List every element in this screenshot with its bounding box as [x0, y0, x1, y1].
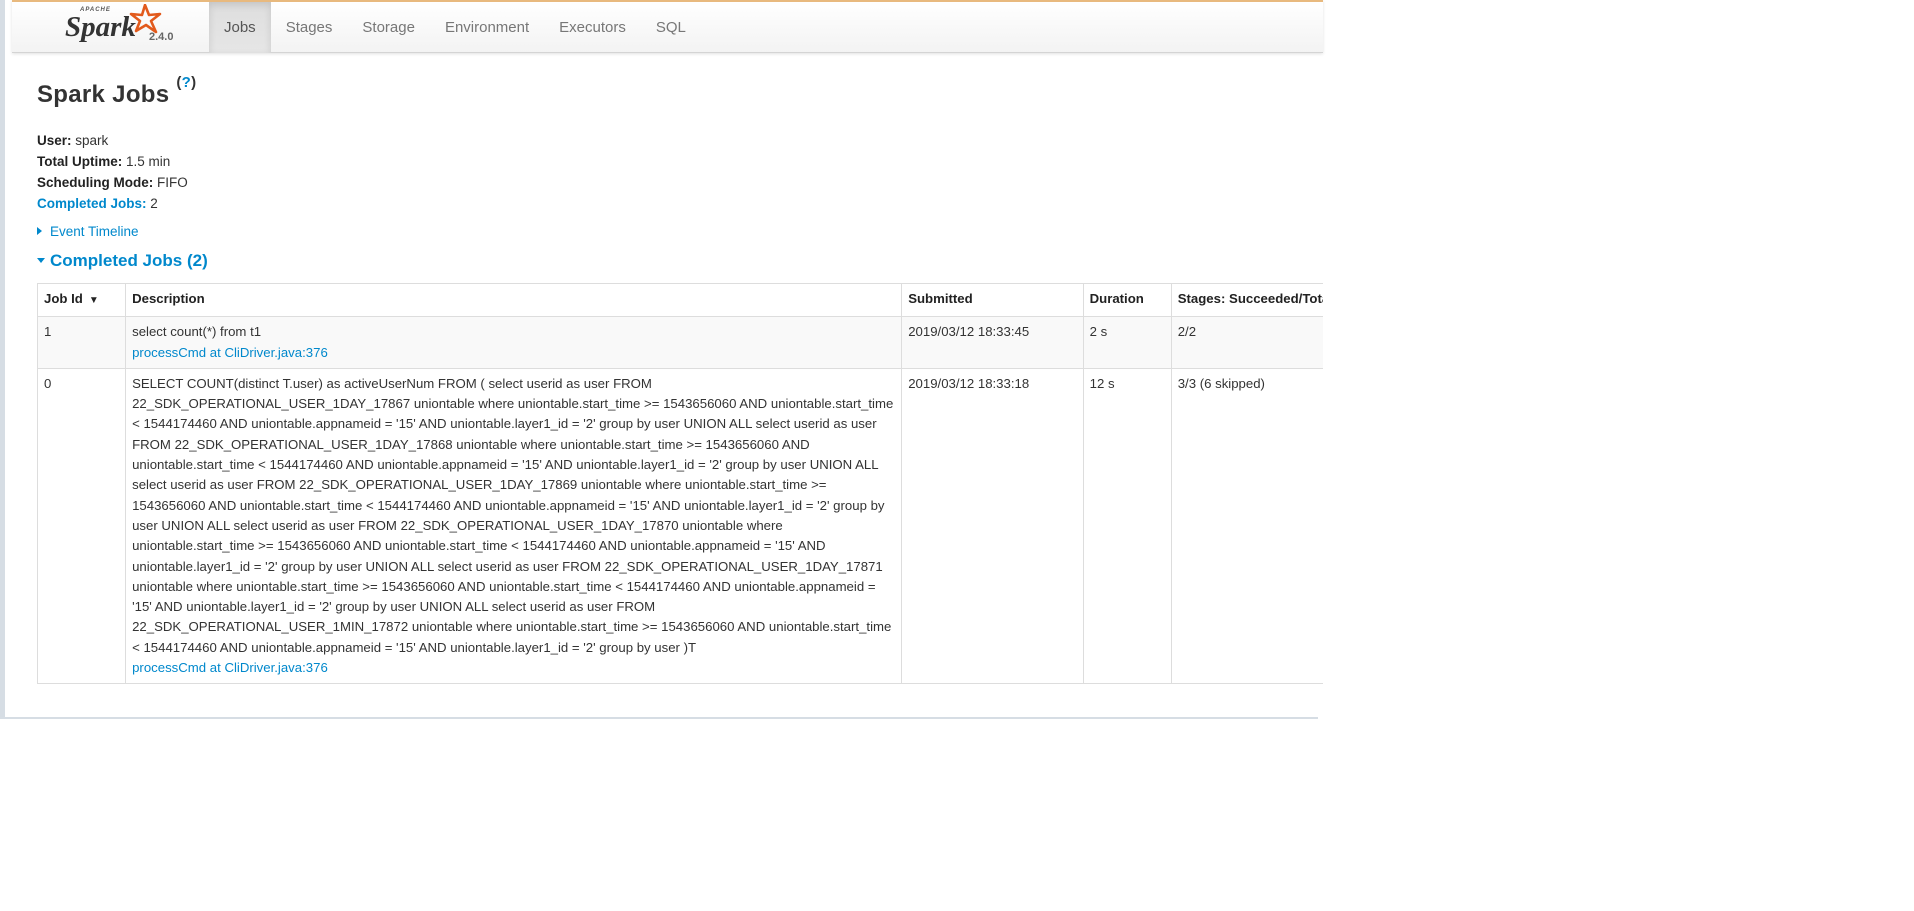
uptime-value: 1.5 min — [126, 154, 171, 169]
spark-wordmark: Spark — [65, 11, 136, 43]
duration-cell: 12 s — [1082, 367, 1172, 685]
column-header-duration[interactable]: Duration — [1082, 283, 1172, 318]
table-header-row: Job Id ▼ Description Submitted Duration S… — [37, 283, 1323, 318]
event-timeline-toggle[interactable]: Event Timeline — [37, 224, 139, 239]
description-cell: select count(*) from t1 processCmd at Cl… — [125, 316, 903, 369]
arrow-down-icon — [37, 258, 45, 263]
job-summary: User: spark Total Uptime: 1.5 min Schedu… — [37, 130, 188, 214]
spark-version: 2.4.0 — [149, 31, 174, 43]
job-id-cell[interactable]: 1 — [37, 316, 127, 369]
browser-viewport: APACHE Spark 2.4.0 Jobs Stages Storage E… — [0, 0, 1323, 719]
nav-tabs: Jobs Stages Storage Environment Executor… — [209, 2, 701, 53]
tab-jobs[interactable]: Jobs — [209, 2, 271, 53]
page-title: Spark Jobs (?) — [37, 74, 196, 109]
column-header-job-id[interactable]: Job Id ▼ — [37, 283, 127, 318]
completed-jobs-table: Job Id ▼ Description Submitted Duration S… — [37, 283, 1323, 685]
summary-user: User: spark — [37, 130, 188, 151]
tab-sql[interactable]: SQL — [641, 2, 701, 53]
help-link[interactable]: ? — [182, 74, 191, 91]
stages-cell: 2/2 — [1170, 316, 1323, 369]
completed-jobs-toggle[interactable]: Completed Jobs (2) — [37, 251, 208, 271]
summary-uptime: Total Uptime: 1.5 min — [37, 151, 188, 172]
help-tooltip: (?) — [176, 74, 196, 91]
table-row: 0 SELECT COUNT(distinct T.user) as activ… — [37, 367, 1323, 685]
job-description-text: select count(*) from t1 — [132, 324, 262, 340]
submitted-cell: 2019/03/12 18:33:45 — [901, 316, 1084, 369]
job-id-header-label: Job Id — [44, 291, 83, 306]
uptime-label: Total Uptime: — [37, 154, 123, 169]
submitted-cell: 2019/03/12 18:33:18 — [901, 367, 1084, 685]
table-row: 1 select count(*) from t1 processCmd at … — [37, 316, 1323, 369]
navbar: APACHE Spark 2.4.0 Jobs Stages Storage E… — [12, 0, 1323, 53]
summary-scheduling-mode: Scheduling Mode: FIFO — [37, 172, 188, 193]
tab-storage[interactable]: Storage — [347, 2, 430, 53]
spark-star-icon — [129, 4, 162, 34]
sort-desc-icon: ▼ — [88, 295, 99, 306]
job-id-cell[interactable]: 0 — [37, 367, 127, 685]
scheduling-mode-label: Scheduling Mode: — [37, 175, 154, 190]
completed-jobs-heading: Completed Jobs (2) — [50, 251, 208, 270]
completed-jobs-table-container: Job Id ▼ Description Submitted Duration S… — [37, 283, 1323, 685]
summary-completed-jobs: Completed Jobs: 2 — [37, 193, 188, 214]
user-label: User: — [37, 133, 72, 148]
page-title-text: Spark Jobs — [37, 81, 170, 108]
description-cell: SELECT COUNT(distinct T.user) as activeU… — [125, 367, 903, 685]
job-description-text: SELECT COUNT(distinct T.user) as activeU… — [132, 375, 894, 655]
job-detail-link[interactable]: processCmd at CliDriver.java:376 — [132, 345, 328, 360]
event-timeline-label: Event Timeline — [50, 224, 139, 239]
column-header-submitted[interactable]: Submitted — [901, 283, 1084, 318]
spark-logo[interactable]: APACHE Spark 2.4.0 — [57, 4, 217, 52]
completed-jobs-link[interactable]: Completed Jobs: — [37, 196, 147, 211]
completed-jobs-count: 2 — [150, 196, 158, 211]
column-header-stages[interactable]: Stages: Succeeded/Total — [1170, 283, 1323, 318]
arrow-right-icon — [37, 227, 42, 235]
duration-cell: 2 s — [1082, 316, 1172, 369]
tab-environment[interactable]: Environment — [430, 2, 544, 53]
scheduling-mode-value: FIFO — [157, 175, 188, 190]
help-close-paren: ) — [191, 74, 197, 91]
column-header-description[interactable]: Description — [125, 283, 903, 318]
stages-cell: 3/3 (6 skipped) — [1170, 367, 1323, 685]
user-value: spark — [75, 133, 109, 148]
tab-executors[interactable]: Executors — [544, 2, 641, 53]
tab-stages[interactable]: Stages — [271, 2, 348, 53]
job-detail-link[interactable]: processCmd at CliDriver.java:376 — [132, 660, 328, 675]
